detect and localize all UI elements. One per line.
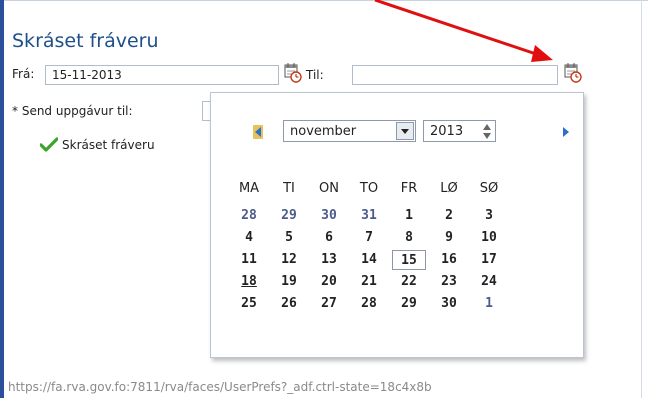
calendar-day[interactable]: 11: [232, 250, 266, 270]
date-picker-popup: november 2013 MA TI ON TO FR LØ SØ 28 29…: [210, 92, 584, 358]
calendar-day[interactable]: 30: [432, 294, 466, 314]
calendar-day[interactable]: 6: [312, 228, 346, 248]
calendar-day[interactable]: 1: [472, 294, 506, 314]
calendar-day[interactable]: 7: [352, 228, 386, 248]
weekday-header: TO: [359, 181, 379, 196]
right-frame-border: [641, 0, 642, 398]
calendar-day[interactable]: 26: [272, 294, 306, 314]
weekday-header: FR: [400, 181, 418, 196]
calendar-day[interactable]: 9: [432, 228, 466, 248]
calendar-day-today[interactable]: 18: [232, 272, 266, 292]
calendar-day-selected[interactable]: 15: [392, 250, 426, 270]
browser-status-bar: https://fa.rva.gov.fo:7811/rva/faces/Use…: [8, 380, 432, 394]
from-date-field[interactable]: 15-11-2013: [45, 65, 279, 85]
chevron-down-icon[interactable]: [396, 122, 414, 140]
send-to-label: * Send uppgávur til:: [12, 104, 133, 118]
weekday-header: ON: [319, 181, 339, 196]
spin-up-icon[interactable]: [482, 123, 492, 131]
calendar-day[interactable]: 29: [392, 294, 426, 314]
spin-down-icon[interactable]: [482, 132, 492, 140]
calendar-clock-icon[interactable]: [284, 63, 302, 83]
send-to-label-text: Send uppgávur til:: [21, 104, 133, 118]
from-label: Frá:: [12, 67, 35, 81]
calendar-day[interactable]: 29: [272, 206, 306, 226]
next-month-icon[interactable]: [561, 125, 571, 139]
calendar-day[interactable]: 3: [472, 206, 506, 226]
month-value: november: [290, 124, 357, 139]
weekday-header: LØ: [440, 181, 458, 196]
calendar-day[interactable]: 8: [392, 228, 426, 248]
calendar-day[interactable]: 1: [392, 206, 426, 226]
calendar-day[interactable]: 30: [312, 206, 346, 226]
calendar-day[interactable]: 17: [472, 250, 506, 270]
left-frame-border: [0, 0, 4, 398]
calendar-day[interactable]: 21: [352, 272, 386, 292]
calendar-day[interactable]: 13: [312, 250, 346, 270]
previous-month-icon[interactable]: [253, 125, 263, 139]
calendar-day[interactable]: 16: [432, 250, 466, 270]
calendar-day[interactable]: 4: [232, 228, 266, 248]
submit-status-text[interactable]: Skráset fráveru: [62, 138, 155, 152]
weekday-header: MA: [238, 181, 260, 196]
required-mark: *: [12, 104, 18, 118]
calendar-day[interactable]: 5: [272, 228, 306, 248]
calendar-day[interactable]: 25: [232, 294, 266, 314]
to-date-field[interactable]: [352, 65, 558, 85]
calendar-day[interactable]: 19: [272, 272, 306, 292]
year-spinner[interactable]: 2013: [423, 120, 496, 142]
page-title: Skráset fráveru: [12, 30, 159, 52]
calendar-day[interactable]: 31: [352, 206, 386, 226]
month-select[interactable]: november: [283, 120, 416, 142]
calendar-day[interactable]: 10: [472, 228, 506, 248]
calendar-day[interactable]: 20: [312, 272, 346, 292]
weekday-header: SØ: [479, 181, 499, 196]
calendar-day[interactable]: 2: [432, 206, 466, 226]
calendar-day[interactable]: 23: [432, 272, 466, 292]
calendar-day[interactable]: 28: [352, 294, 386, 314]
checkmark-icon: [40, 137, 58, 152]
calendar-day[interactable]: 12: [272, 250, 306, 270]
calendar-day[interactable]: 24: [472, 272, 506, 292]
calendar-day[interactable]: 14: [352, 250, 386, 270]
calendar-day[interactable]: 28: [232, 206, 266, 226]
to-label: Til:: [306, 68, 324, 82]
calendar-day[interactable]: 27: [312, 294, 346, 314]
calendar-clock-icon[interactable]: [564, 63, 582, 83]
calendar-day[interactable]: 22: [392, 272, 426, 292]
top-frame-border: [4, 0, 648, 1]
year-value: 2013: [430, 124, 464, 139]
weekday-header: TI: [283, 181, 295, 196]
